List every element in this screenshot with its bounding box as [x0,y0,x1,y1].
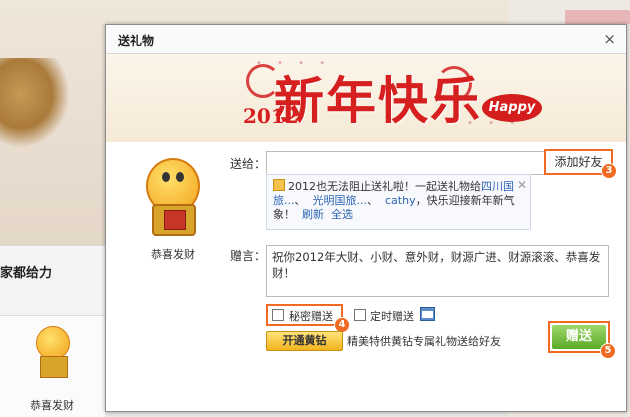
timed-label: 定时赠送 [370,310,414,323]
calendar-icon[interactable] [420,307,435,321]
open-vip-button[interactable]: 开通黄钻 [266,331,343,351]
separator: 、 [294,194,306,207]
dialog-titlebar: 送礼物 × [106,25,626,54]
friend-link[interactable]: 光明国旅... [313,194,368,207]
secret-checkbox[interactable] [272,309,284,321]
friend-link[interactable]: cathy [385,194,416,207]
secret-label: 秘密赠送 [289,310,333,323]
select-all-link[interactable]: 全选 [331,208,353,221]
gift-icon [273,179,285,191]
vip-note: 精美特供黄钻专属礼物送给好友 [347,335,501,348]
close-icon[interactable]: × [603,30,616,48]
tip-close-icon[interactable]: ✕ [517,178,527,192]
background-dog-image [0,58,70,148]
send-gift-dialog: 送礼物 × • • • • • • • • 新年快乐 2012 Happy 恭喜… [105,24,627,412]
step-badge-3: 3 [601,163,617,179]
banner-year: 2012 [243,104,299,128]
send-button[interactable]: 赠送 [552,325,606,349]
timed-checkbox[interactable] [354,309,366,321]
background-section-text: 家都给力 [0,266,53,281]
tip-text: 2012也无法阻止送礼啦！一起送礼物给 [288,180,481,193]
refresh-link[interactable]: 刷新 [302,208,324,221]
message-textarea[interactable]: 祝你2012年大财、小财、意外财，财源广进、财源滚滚、恭喜发财！ [266,245,609,297]
banner-title: 新年快乐 [274,71,482,130]
suggestion-tip: 2012也无法阻止送礼啦！一起送礼物给四川国旅...、 光明国旅...、 cat… [266,174,531,230]
mascot-chest [152,204,196,236]
new-year-banner: • • • • • • • • 新年快乐 2012 Happy [106,54,626,142]
mascot-eye [176,172,184,182]
happy-bubble: Happy [482,94,542,122]
gift-name: 恭喜发财 [151,248,195,261]
mascot-seal [164,210,186,230]
step-badge-5: 5 [600,343,616,359]
recipient-input[interactable] [266,151,546,175]
dialog-title: 送礼物 [118,34,155,48]
gift-mascot-image [136,150,204,240]
to-label: 送给： [230,157,267,171]
background-mascot-label: 恭喜发财 [30,399,74,412]
background-pink-bar [565,10,630,24]
mascot-eye [162,172,170,182]
message-label: 赠言： [230,249,267,263]
separator: 、 [367,194,378,207]
